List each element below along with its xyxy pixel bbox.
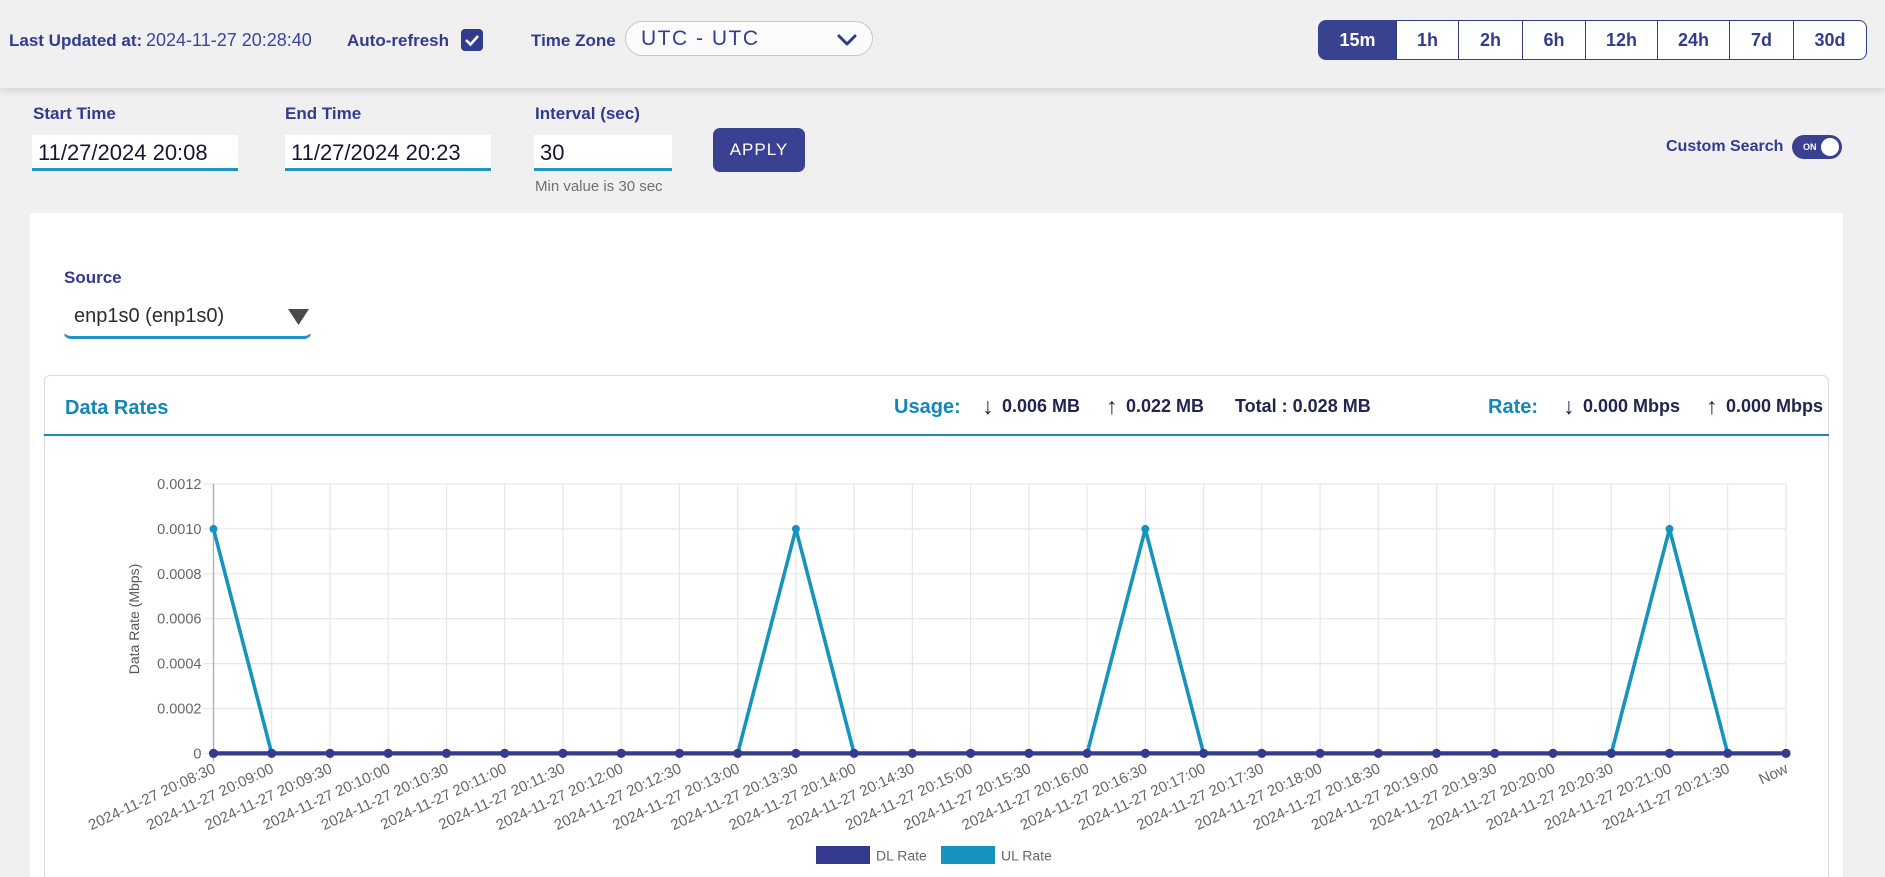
svg-text:0.0008: 0.0008 [157,567,201,583]
svg-text:0.0010: 0.0010 [157,522,201,538]
svg-text:UL Rate: UL Rate [1001,848,1052,864]
svg-text:0.0002: 0.0002 [157,702,201,718]
svg-text:DL Rate: DL Rate [876,848,927,864]
svg-text:0: 0 [193,746,201,762]
svg-text:Now: Now [1756,760,1791,788]
svg-text:Data Rate (Mbps): Data Rate (Mbps) [126,564,142,674]
svg-text:0.0004: 0.0004 [157,657,201,673]
svg-text:0.0012: 0.0012 [157,477,201,493]
svg-text:0.0006: 0.0006 [157,612,201,628]
